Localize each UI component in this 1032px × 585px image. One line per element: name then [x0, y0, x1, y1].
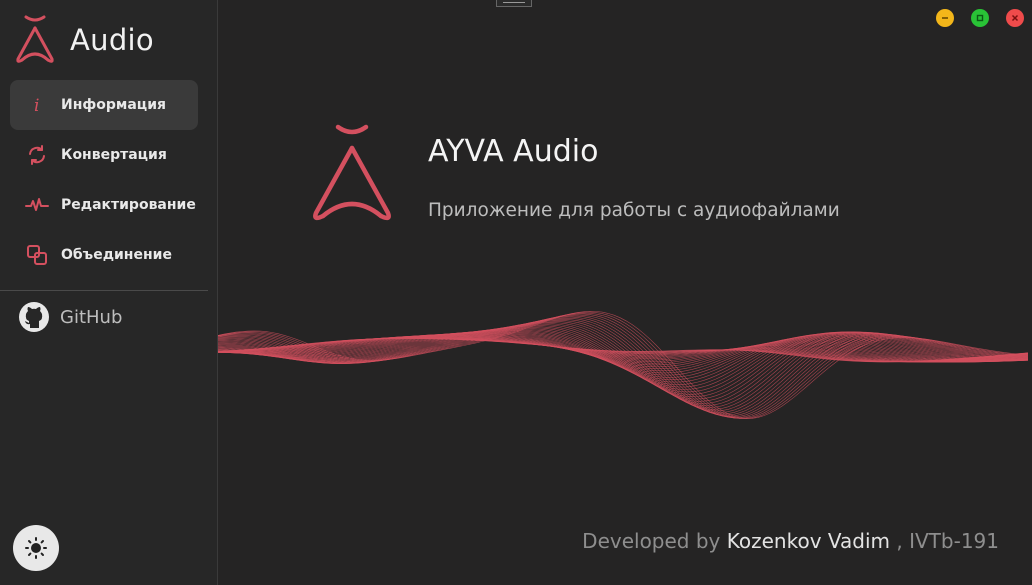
decorative-waveform: [218, 310, 1029, 419]
waveform-icon: [25, 193, 49, 217]
hero-logo-icon: [313, 124, 391, 221]
merge-icon: [25, 243, 49, 267]
sidebar-item-label: Объединение: [61, 247, 172, 263]
github-link[interactable]: GitHub: [18, 300, 122, 334]
sidebar-item-convert[interactable]: Конвертация: [10, 130, 198, 180]
sidebar-item-label: Конвертация: [61, 147, 167, 163]
hero-subtitle: Приложение для работы с аудиофайлами: [428, 200, 840, 221]
sidebar-item-label: Редактирование: [61, 197, 196, 213]
sidebar-item-info[interactable]: i Информация: [10, 80, 198, 130]
close-button[interactable]: [1006, 9, 1024, 27]
sun-icon: [25, 537, 47, 559]
app-title: Audio: [70, 23, 154, 57]
window-drag-handle[interactable]: [496, 0, 532, 7]
svg-text:i: i: [34, 96, 39, 115]
theme-toggle-button[interactable]: [13, 525, 59, 571]
credit-author: Kozenkov Vadim: [726, 529, 891, 553]
info-icon: i: [25, 93, 49, 117]
github-icon: [19, 302, 49, 332]
close-icon: [1011, 14, 1019, 22]
maximize-button[interactable]: [971, 9, 989, 27]
credit-prefix: Developed by: [582, 529, 721, 553]
sidebar: Audio i Информация Конвертация Редактиро…: [0, 0, 218, 585]
sidebar-item-edit[interactable]: Редактирование: [10, 180, 198, 230]
hero-title: AYVA Audio: [428, 134, 599, 169]
app-brand: Audio: [12, 12, 154, 68]
maximize-icon: [976, 14, 984, 22]
minimize-icon: [942, 17, 948, 19]
github-label: GitHub: [60, 306, 123, 328]
sidebar-item-merge[interactable]: Объединение: [10, 230, 198, 280]
developer-credit: Developed by Kozenkov Vadim , IVTb-191: [582, 529, 999, 553]
sidebar-item-label: Информация: [61, 97, 166, 113]
convert-icon: [25, 143, 49, 167]
minimize-button[interactable]: [936, 9, 954, 27]
app-logo-icon: [16, 15, 54, 63]
credit-suffix: , IVTb-191: [896, 529, 999, 553]
sidebar-divider: [0, 290, 208, 291]
